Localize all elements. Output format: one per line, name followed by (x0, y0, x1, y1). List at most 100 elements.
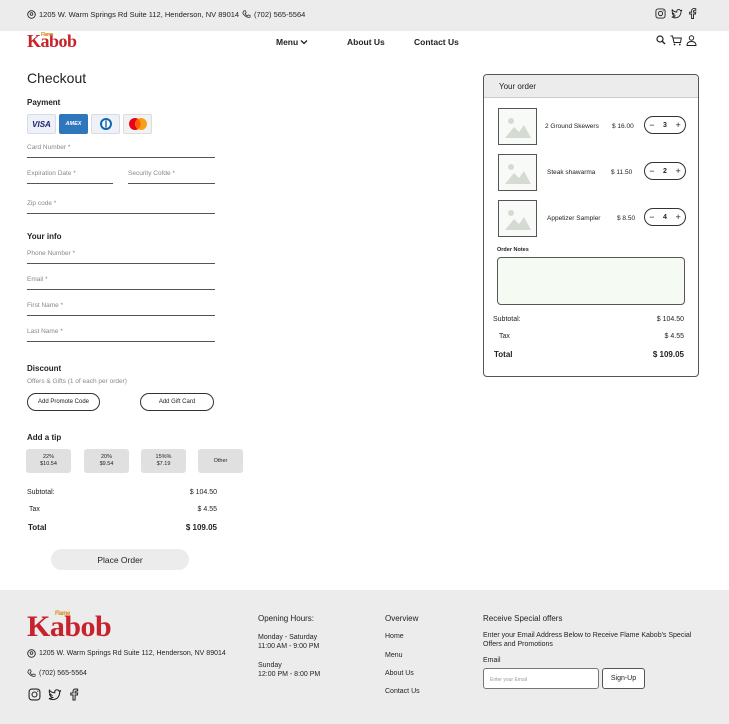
item-price: $ 16.00 (612, 123, 634, 130)
zip-code-field[interactable]: Zip code * (27, 200, 215, 214)
add-gift-card-button[interactable]: Add Gift Card (140, 393, 214, 411)
last-name-placeholder: Last Name * (27, 328, 63, 335)
cart-icon[interactable] (670, 35, 682, 46)
order-total-value: $ 109.05 (652, 350, 684, 359)
user-icon[interactable] (686, 35, 697, 46)
discount-subtext: Offers & Gifts (1 of each per order) (27, 378, 127, 385)
order-notes-textarea[interactable] (497, 257, 685, 305)
increment-button[interactable]: + (675, 120, 680, 130)
facebook-icon[interactable] (69, 688, 79, 701)
tip-option-22[interactable]: 22% $10.54 (26, 449, 71, 473)
hours-heading: Opening Hours: (258, 614, 315, 623)
twitter-icon[interactable] (671, 8, 683, 19)
twitter-icon[interactable] (48, 688, 62, 701)
mastercard-option[interactable] (123, 114, 152, 134)
item-name: 2 Ground Skewers (545, 123, 599, 130)
quantity-stepper: − 2 + (644, 162, 686, 180)
item-thumbnail (498, 200, 537, 237)
first-name-field[interactable]: First Name * (27, 302, 215, 316)
total-value: $ 109.05 (185, 523, 217, 532)
nav-menu-dropdown[interactable]: Menu (276, 37, 308, 47)
order-item: 2 Ground Skewers $ 16.00 − 3 + (498, 108, 688, 146)
phone-number-field[interactable]: Phone Number * (27, 250, 215, 264)
add-promo-code-button[interactable]: Add Promote Code (27, 393, 100, 411)
hours-weekday-days: Monday - Saturday (258, 634, 318, 641)
item-name: Steak shawarma (547, 169, 596, 176)
item-name: Appetizer Sampler (547, 215, 601, 222)
your-order-heading: Your order (484, 75, 698, 98)
hours-sunday-time: 12:00 PM - 8:00 PM (258, 671, 321, 678)
tip-option-15[interactable]: 15%% $7.19 (141, 449, 186, 473)
tax-value: $ 4.55 (197, 506, 217, 513)
image-placeholder-icon (505, 210, 531, 230)
subtotal-label: Subtotal: (27, 489, 55, 496)
offers-text: Enter your Email Address Below to Receiv… (483, 632, 692, 648)
tip-heading: Add a tip (27, 433, 62, 442)
signup-button[interactable]: Sign-Up (602, 668, 645, 689)
item-price: $ 11.50 (611, 169, 633, 176)
increment-button[interactable]: + (675, 166, 680, 176)
total-label: Total (28, 523, 47, 532)
top-social-links (655, 8, 697, 19)
item-price: $ 8.50 (617, 215, 636, 222)
decrement-button[interactable]: − (649, 166, 654, 176)
footer-link-menu[interactable]: Menu (385, 652, 403, 659)
footer-logo[interactable]: Flame Kabob (27, 610, 112, 644)
zip-placeholder: Zip code * (27, 200, 57, 207)
decrement-button[interactable]: − (649, 120, 654, 130)
footer-link-home[interactable]: Home (385, 633, 404, 640)
footer-address: 1205 W. Warm Springs Rd Suite 112, Hende… (27, 649, 226, 658)
security-placeholder: Security Cofde * (128, 170, 175, 177)
card-number-field[interactable]: Card Number * (27, 144, 215, 158)
order-item: Steak shawarma $ 11.50 − 2 + (498, 154, 688, 192)
order-subtotal-value: $ 104.50 (656, 316, 684, 323)
decrement-button[interactable]: − (649, 212, 654, 222)
footer-link-about[interactable]: About Us (385, 670, 414, 677)
instagram-icon[interactable] (655, 8, 666, 19)
subtotal-value: $ 104.50 (189, 489, 217, 496)
place-order-button[interactable]: Place Order (51, 549, 189, 570)
facebook-icon[interactable] (688, 8, 697, 19)
top-phone[interactable]: (702) 565-5564 (242, 10, 305, 19)
top-phone-text: (702) 565-5564 (254, 10, 306, 19)
tip-option-other[interactable]: Other (198, 449, 243, 473)
security-code-field[interactable]: Security Cofde * (128, 170, 215, 184)
newsletter-email-input[interactable]: Enter your Email (483, 668, 599, 689)
phone-placeholder: Phone Number * (27, 250, 76, 257)
chevron-down-icon (300, 40, 308, 45)
order-tax-value: $ 4.55 (664, 333, 684, 340)
tip-pct: 15%% (155, 454, 172, 460)
instagram-icon[interactable] (28, 688, 41, 701)
tip-pct: 22% (42, 454, 54, 460)
visa-card-option[interactable]: VISA (27, 114, 56, 134)
discount-heading: Discount (27, 364, 62, 373)
order-notes-label: Order Notes (497, 247, 529, 253)
main-nav: Flame Kabob Menu About Us Contact Us (0, 31, 729, 55)
quantity-stepper: − 3 + (644, 116, 686, 134)
footer-link-contact[interactable]: Contact Us (385, 688, 420, 695)
search-icon[interactable] (656, 35, 666, 45)
tip-option-20[interactable]: 20% $9.54 (84, 449, 129, 473)
tax-label: Tax (29, 506, 40, 513)
order-item: Appetizer Sampler $ 8.50 − 4 + (498, 200, 688, 238)
increment-button[interactable]: + (675, 212, 680, 222)
footer-phone[interactable]: (702) 565-5564 (27, 669, 87, 678)
top-address: 1205 W. Warm Springs Rd Suite 112, Hende… (27, 10, 239, 19)
mastercard-icon (128, 118, 147, 130)
nav-about-link[interactable]: About Us (347, 37, 385, 47)
email-field[interactable]: Email * (27, 276, 215, 290)
phone-icon (242, 10, 251, 18)
quantity-value: 4 (663, 213, 667, 221)
last-name-field[interactable]: Last Name * (27, 328, 215, 342)
location-pin-icon (27, 10, 36, 19)
nav-icons (656, 35, 697, 46)
diners-card-option[interactable] (91, 114, 120, 134)
footer-logo-small-text: Flame (55, 611, 70, 617)
your-order-panel: Your order 2 Ground Skewers $ 16.00 − 3 … (483, 74, 699, 377)
brand-logo[interactable]: Flame Kabob (27, 31, 77, 52)
image-placeholder-icon (505, 118, 531, 138)
amex-card-option[interactable]: AMEX (59, 114, 88, 134)
nav-contact-link[interactable]: Contact Us (414, 37, 459, 47)
tip-amount: $9.54 (99, 461, 114, 467)
expiration-date-field[interactable]: Expiration Date * (27, 170, 113, 184)
